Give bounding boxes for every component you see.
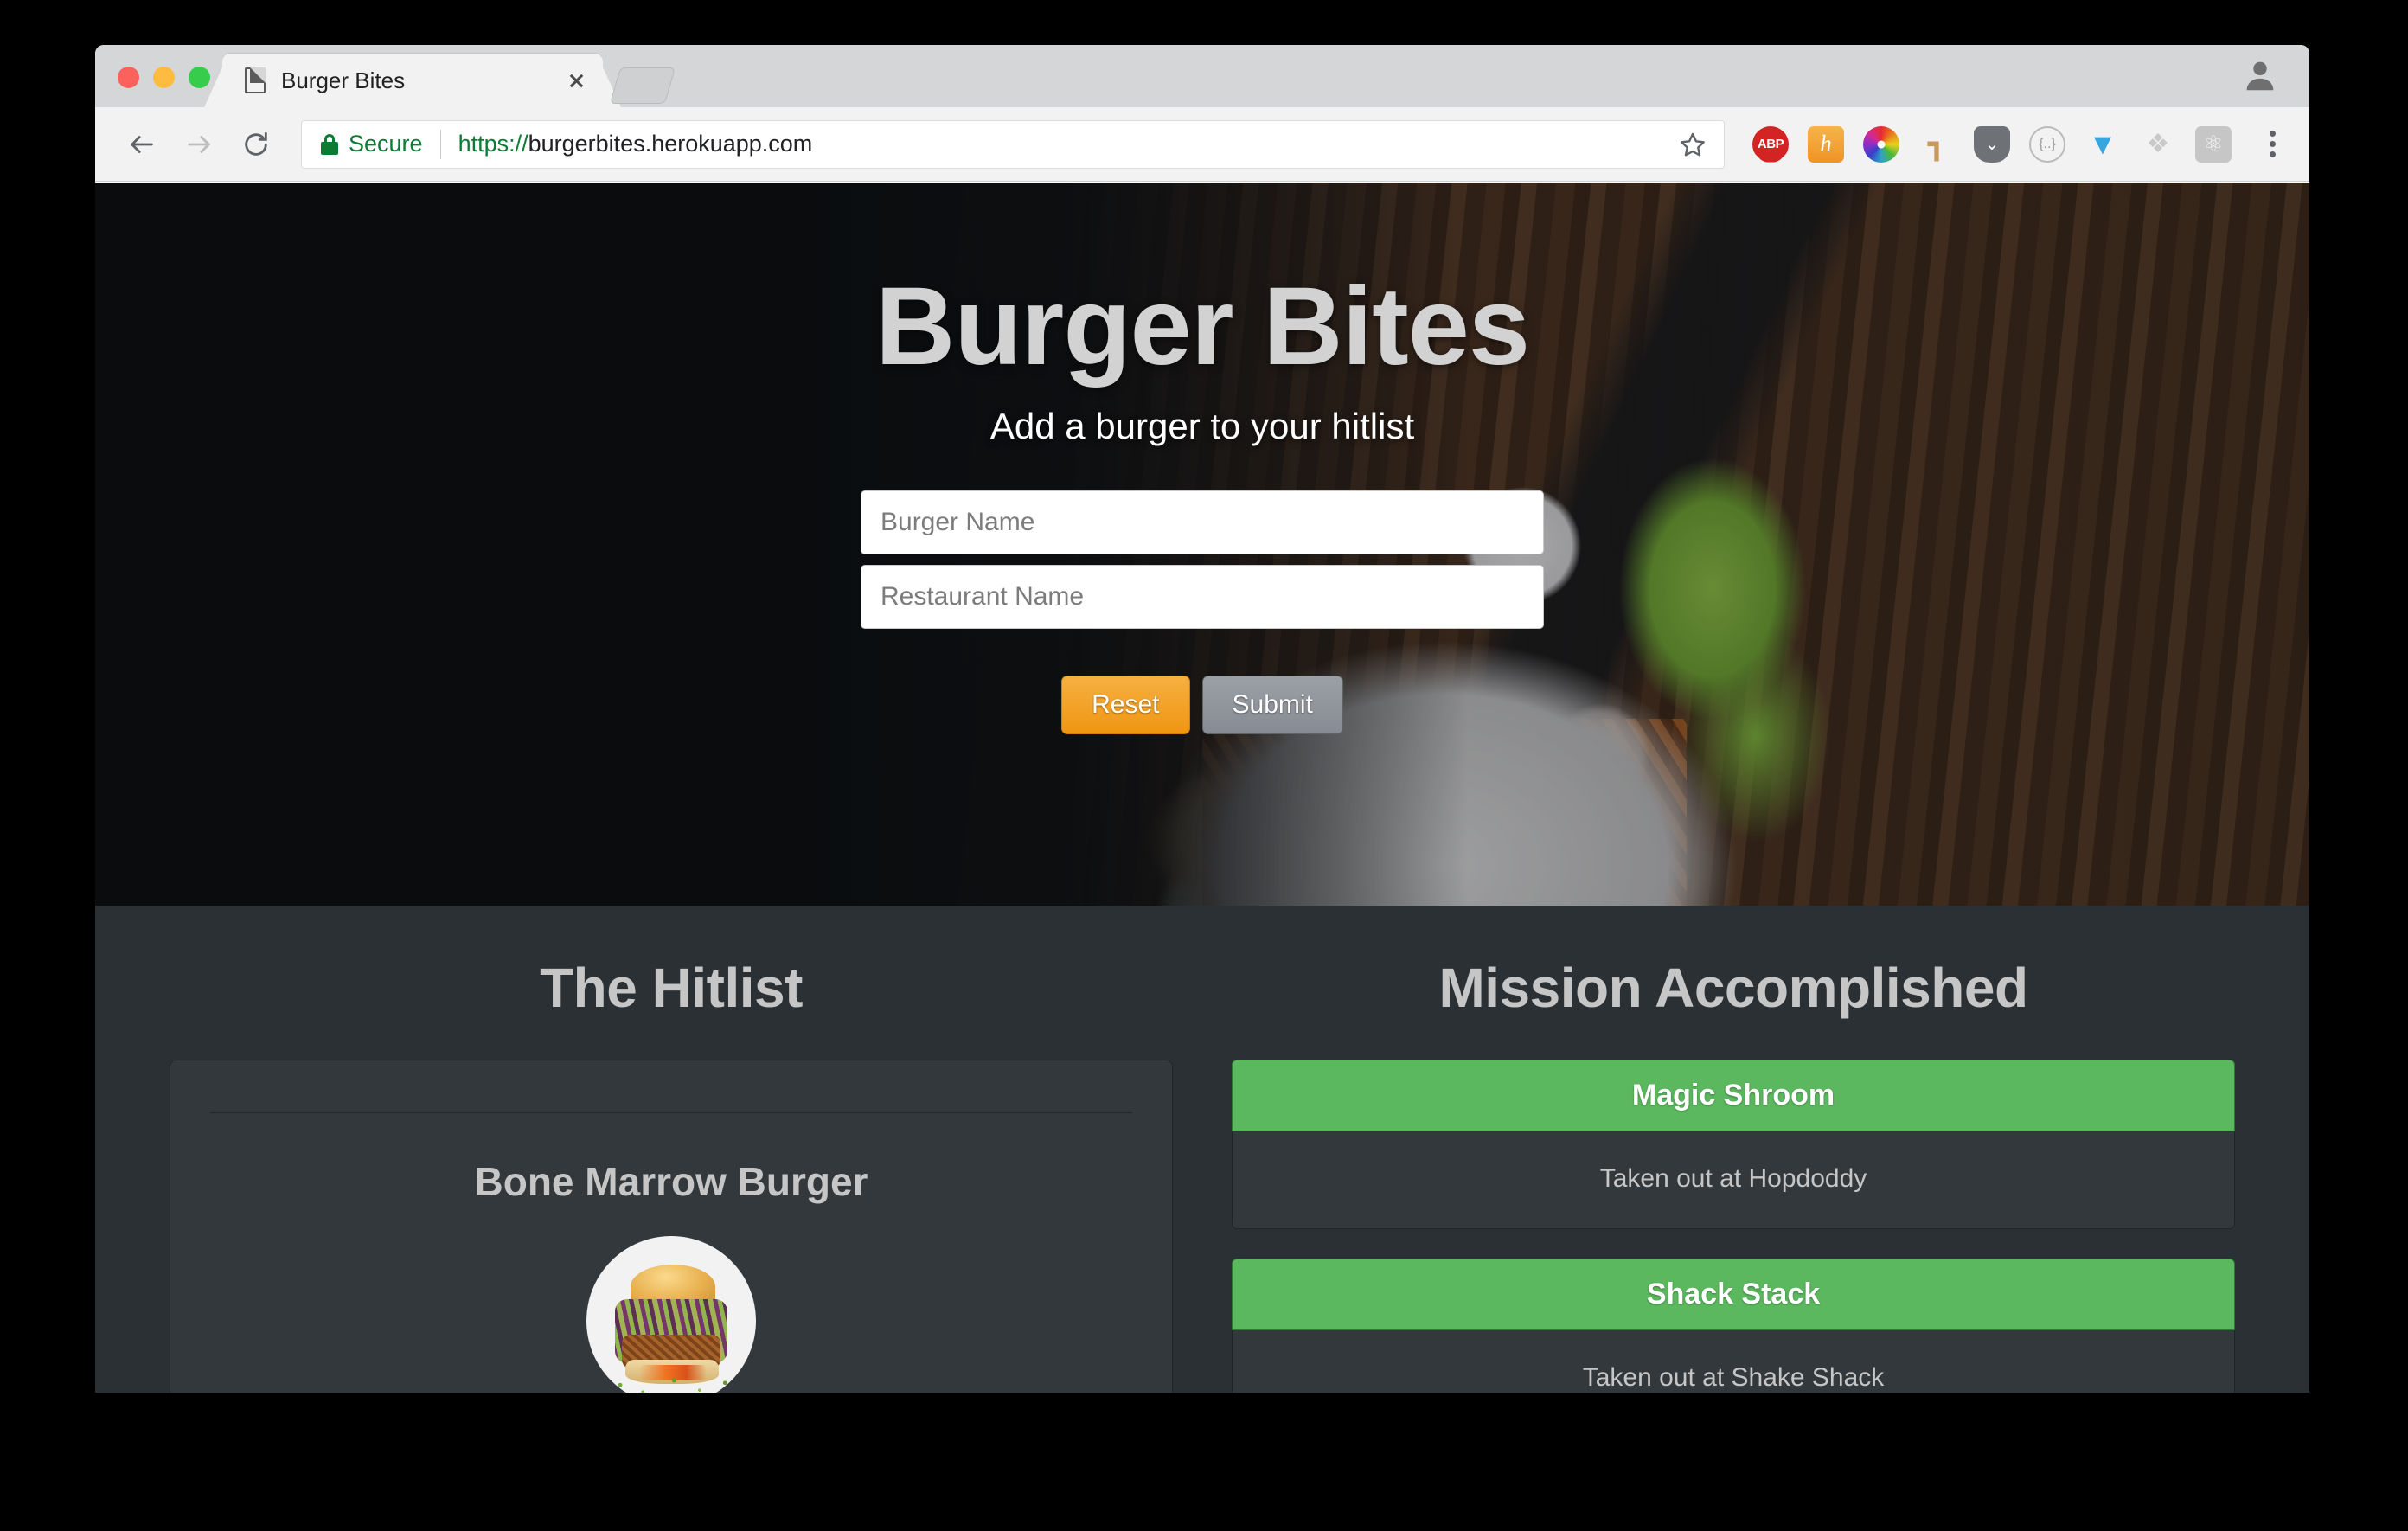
burger-name: Bone Marrow Burger [474, 1159, 868, 1204]
pocket-icon[interactable]: ⌄ [1974, 125, 2010, 163]
security-status: Secure [349, 131, 423, 157]
accomplished-column: Mission Accomplished Magic Shroom Taken … [1232, 956, 2235, 1393]
adblock-plus-icon[interactable]: ABP [1752, 125, 1789, 163]
browser-toolbar: Secure https://burgerbites.herokuapp.com… [95, 107, 2309, 182]
url-host: burgerbites.herokuapp.com [528, 131, 813, 157]
honey-icon[interactable]: h [1808, 125, 1844, 163]
url-scheme: https:// [458, 131, 528, 157]
dropbox-icon[interactable]: ❖ [2140, 126, 2176, 163]
omnibox-divider [439, 129, 441, 159]
avatar[interactable] [2240, 55, 2280, 95]
extension-toolbar: ABP h ┓ ⌄ {..} ▼ ❖ ⚛ [1752, 125, 2287, 163]
devoured-burger-name: Shack Stack [1232, 1259, 2235, 1330]
accomplished-title: Mission Accomplished [1438, 957, 2028, 1019]
new-tab-button[interactable] [609, 67, 676, 104]
back-icon[interactable] [118, 120, 166, 169]
devoured-burger-detail: Taken out at Hopdoddy [1232, 1131, 2235, 1229]
chrome-menu-icon[interactable] [2258, 131, 2287, 157]
page-title: Burger Bites [874, 265, 1530, 388]
burger-photo [586, 1236, 756, 1393]
minimize-window-button[interactable] [153, 67, 175, 88]
browser-window: Burger Bites Secure https://burgerbites.… [95, 45, 2309, 1393]
yandex-icon[interactable]: ▼ [2085, 126, 2121, 163]
devoured-burger-detail: Taken out at Shake Shack [1232, 1330, 2235, 1393]
address-bar[interactable]: Secure https://burgerbites.herokuapp.com [301, 119, 1725, 169]
browser-tab[interactable]: Burger Bites [203, 54, 622, 107]
ruler-icon[interactable]: ┓ [1918, 126, 1955, 163]
react-devtools-icon[interactable]: ⚛ [2195, 125, 2232, 163]
forward-icon[interactable] [175, 120, 223, 169]
json-formatter-icon[interactable]: {..} [2029, 125, 2065, 163]
add-burger-form: Reset Submit [861, 490, 1544, 735]
list-item[interactable]: Shack Stack Taken out at Shake Shack [1232, 1259, 2235, 1393]
burger-photo-wrap [195, 1236, 1148, 1393]
content-section: The Hitlist Bone Marrow Burger Mission A… [95, 906, 2309, 1393]
hitlist-column: The Hitlist Bone Marrow Burger [170, 956, 1173, 1393]
burger-name-input[interactable] [861, 490, 1544, 555]
page-viewport: Burger Bites Add a burger to your hitlis… [95, 183, 2309, 1393]
lock-icon [321, 133, 338, 155]
card-divider [210, 1112, 1132, 1113]
restaurant-name-input[interactable] [861, 565, 1544, 630]
tab-strip: Burger Bites [95, 45, 2309, 107]
hero-section: Burger Bites Add a burger to your hitlis… [95, 183, 2309, 906]
url-text: https://burgerbites.herokuapp.com [458, 131, 813, 157]
reload-icon[interactable] [232, 120, 280, 169]
colorzilla-icon[interactable] [1863, 125, 1899, 163]
list-item[interactable]: Bone Marrow Burger [170, 1060, 1173, 1393]
bookmark-star-icon[interactable] [1674, 125, 1712, 163]
reset-button[interactable]: Reset [1061, 676, 1190, 735]
hitlist-title: The Hitlist [540, 957, 803, 1019]
list-item[interactable]: Magic Shroom Taken out at Hopdoddy [1232, 1060, 2235, 1229]
close-icon[interactable] [561, 66, 591, 95]
page-icon [245, 67, 266, 93]
devoured-burger-name: Magic Shroom [1232, 1060, 2235, 1131]
page-subtitle: Add a burger to your hitlist [989, 406, 1415, 447]
close-window-button[interactable] [118, 67, 139, 88]
form-actions: Reset Submit [861, 676, 1544, 735]
submit-button[interactable]: Submit [1201, 676, 1343, 735]
tab-title: Burger Bites [281, 67, 406, 93]
